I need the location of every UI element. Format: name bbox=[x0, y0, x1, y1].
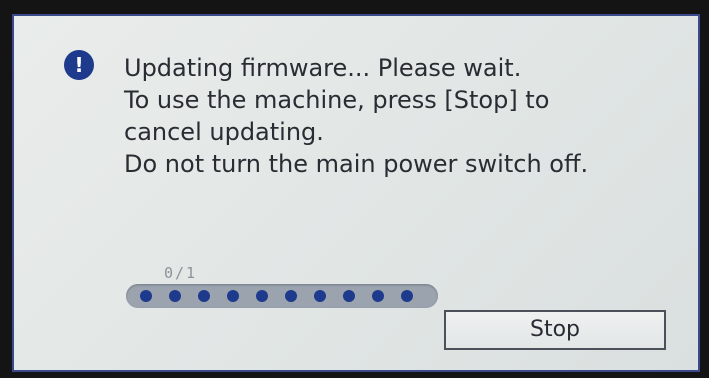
progress-dot bbox=[285, 290, 297, 302]
message-line: Updating firmware... Please wait. bbox=[124, 54, 522, 82]
progress-dot bbox=[169, 290, 181, 302]
message-line: Do not turn the main power switch off. bbox=[124, 150, 589, 178]
stop-button[interactable]: Stop bbox=[444, 310, 666, 350]
progress-dot bbox=[227, 290, 239, 302]
progress-dot bbox=[401, 290, 413, 302]
progress-dot bbox=[343, 290, 355, 302]
progress-dot bbox=[198, 290, 210, 302]
progress-count: 0/1 bbox=[164, 264, 198, 282]
dialog-screen: ! Updating firmware... Please wait. To u… bbox=[12, 14, 700, 372]
progress-dot bbox=[256, 290, 268, 302]
progress-bar bbox=[126, 284, 438, 308]
progress-dots bbox=[140, 290, 413, 302]
dialog-message: Updating firmware... Please wait. To use… bbox=[124, 52, 684, 180]
progress-dot bbox=[140, 290, 152, 302]
message-line: To use the machine, press [Stop] to bbox=[124, 86, 550, 114]
message-line: cancel updating. bbox=[124, 118, 324, 146]
progress-dot bbox=[314, 290, 326, 302]
progress-dot bbox=[372, 290, 384, 302]
info-icon: ! bbox=[64, 50, 94, 80]
device-bezel: ! Updating firmware... Please wait. To u… bbox=[0, 0, 709, 378]
